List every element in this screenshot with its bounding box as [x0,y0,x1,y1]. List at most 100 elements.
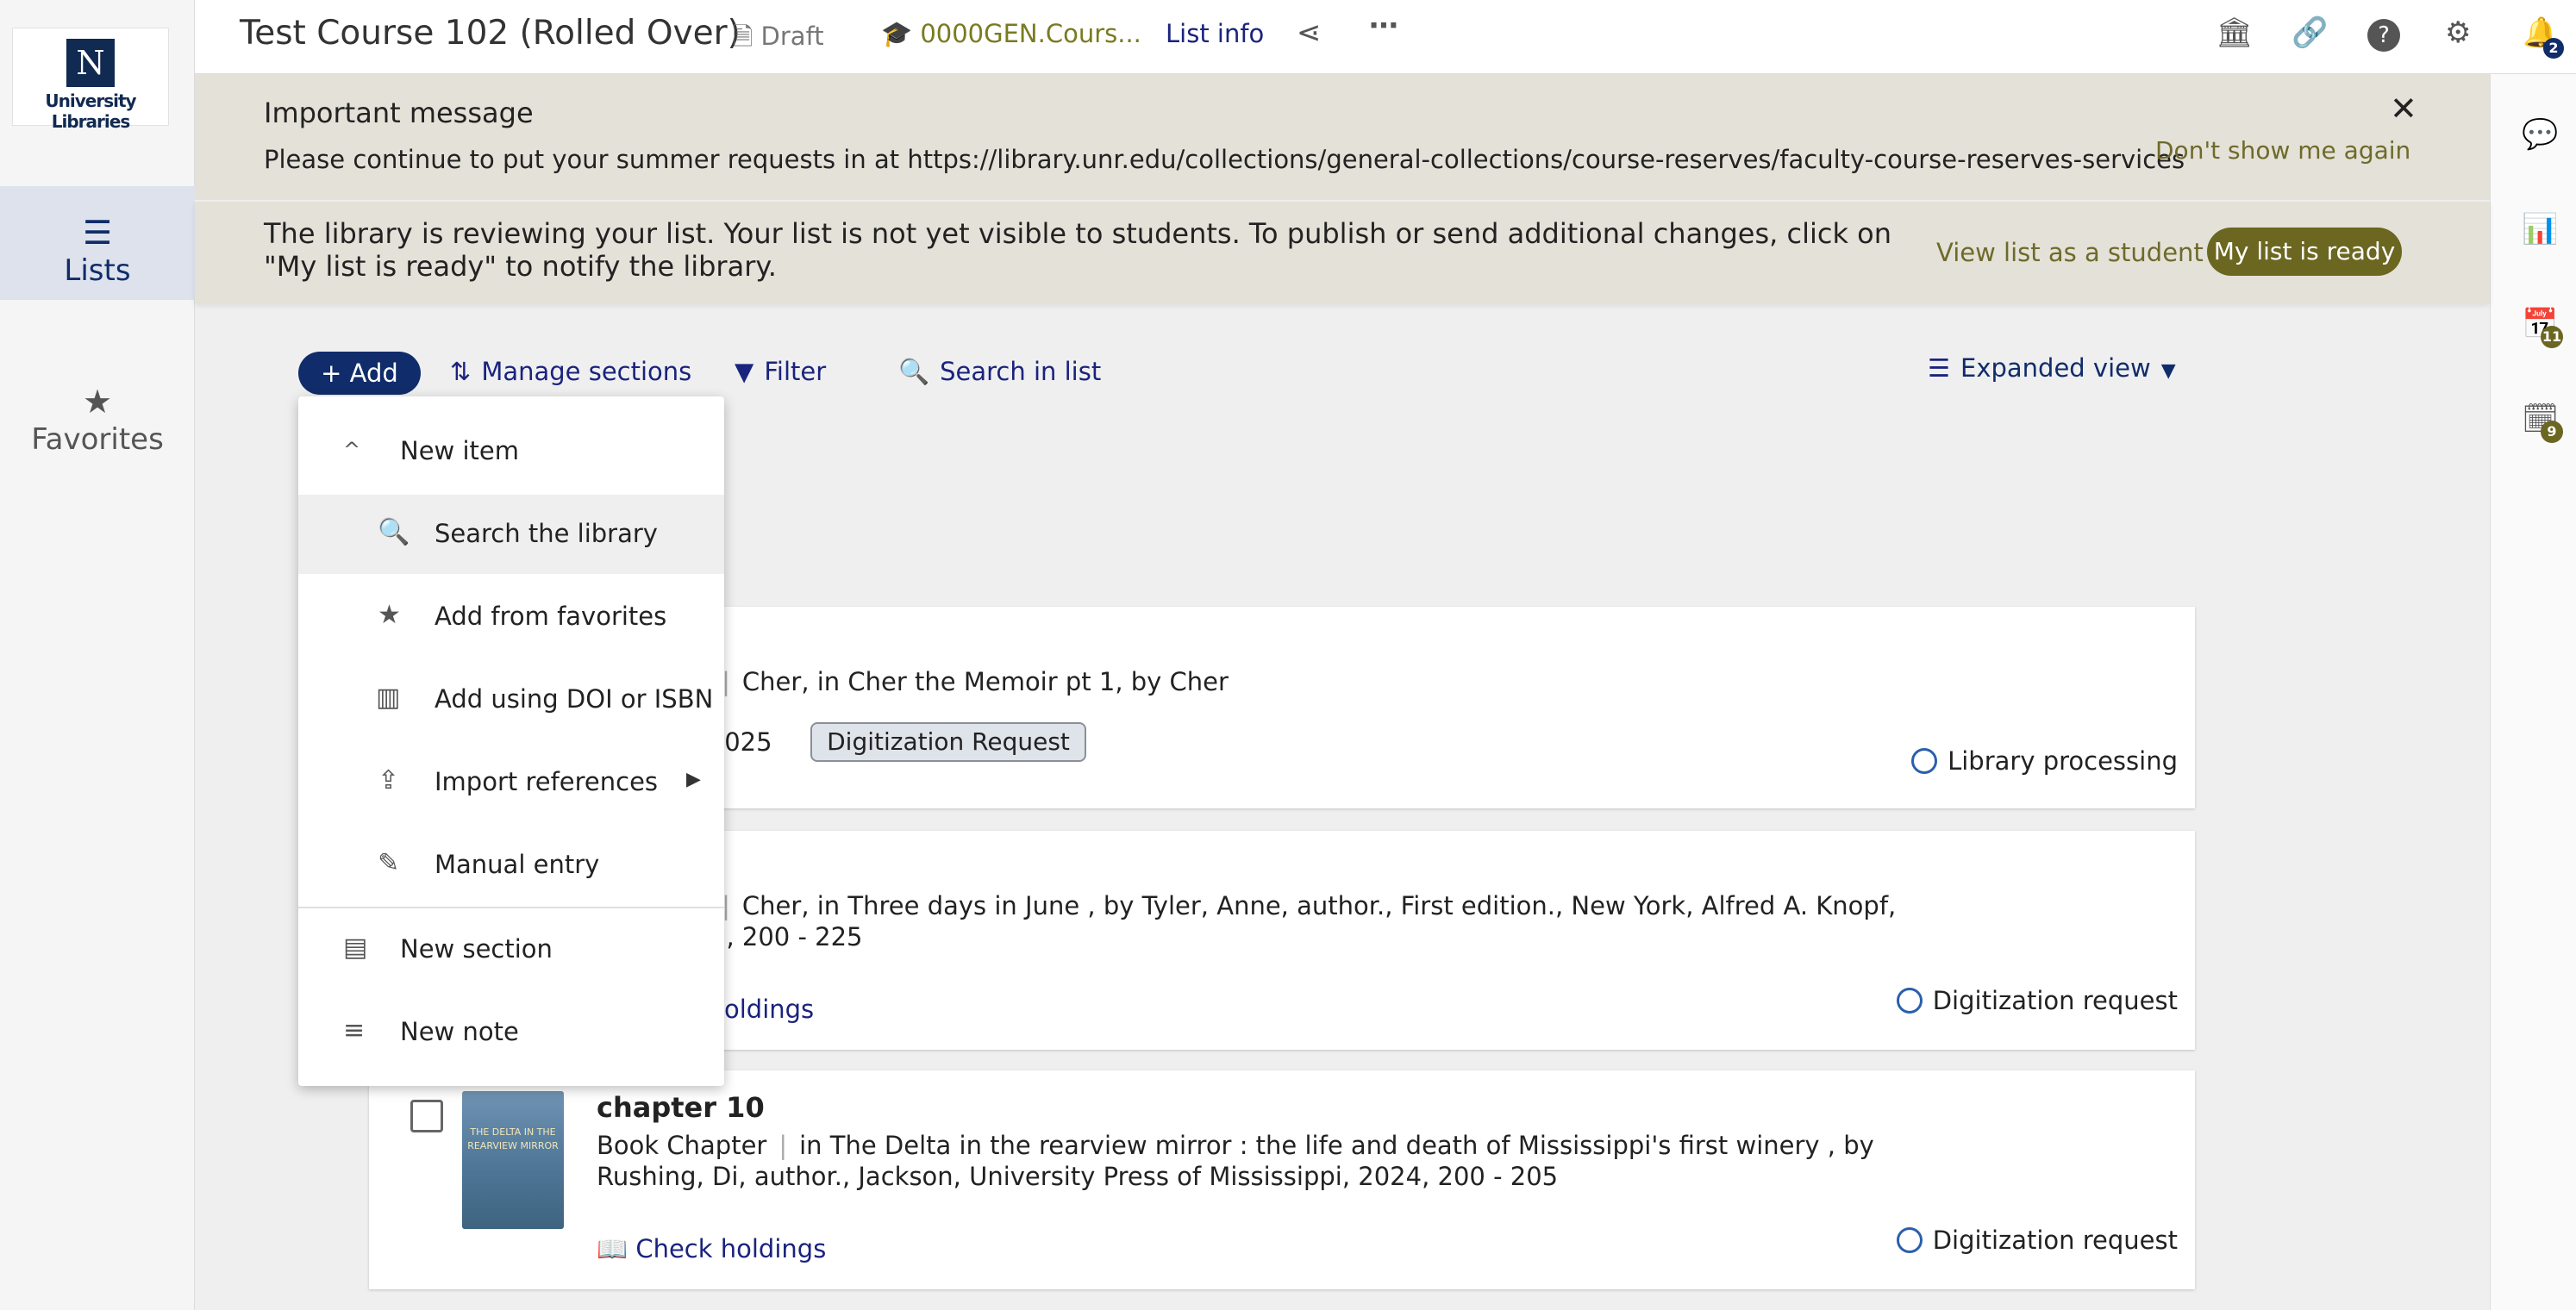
item-citation: in The Delta in the rearview mirror : th… [799,1131,1874,1160]
check-holdings-link[interactable]: 📖 Check holdings [597,1234,826,1264]
add-section-icon: ▤ [343,933,368,963]
graduation-cap-icon: 🎓 [881,19,913,48]
menu-item-label: New item [400,436,519,465]
menu-item-label: New note [400,1017,519,1046]
filter-label: Filter [764,357,827,386]
item-checkbox[interactable] [410,1100,443,1132]
caret-right-icon: ▶ [686,769,701,790]
notification-badge: 2 [2543,38,2564,59]
status-label: Digitization request [1932,1226,2178,1255]
add-button[interactable]: + Add [298,352,421,395]
item-citation: Cher, in Three days in June , by Tyler, … [741,891,1897,920]
item-status: Library processing [1911,746,2178,776]
check-holdings-link[interactable]: oldings [724,995,814,1024]
menu-item-label: New section [400,934,553,964]
star-icon: ★ [378,600,401,630]
barcode-icon: ▥ [376,683,401,713]
list-item-card[interactable]: THE DELTA IN THE REARVIEW MIRROR chapter… [369,1070,2195,1289]
university-libraries-logo[interactable]: N University Libraries [12,28,169,132]
nav-item-favorites[interactable]: ★ Favorites [0,355,195,469]
menu-item-add-doi[interactable]: ▥ Add using DOI or ISBN [298,660,724,739]
logo-text: University Libraries [45,90,136,132]
draft-status: 🗎 Draft [733,19,824,61]
book-cover-image: THE DELTA IN THE REARVIEW MIRROR [462,1091,564,1229]
manage-sections-label: Manage sections [481,357,692,386]
my-list-ready-button[interactable]: My list is ready [2207,228,2402,276]
menu-item-new-note[interactable]: ≡ New note [298,993,724,1072]
menu-item-label: Add using DOI or ISBN [435,684,714,714]
caret-down-icon: ▼ [2160,360,2176,382]
item-type: Book Chapter [597,1131,767,1160]
review-text: The library is reviewing your list. Your… [264,217,1892,283]
status-label: Digitization request [1932,986,2178,1015]
banner-title: Important message [264,97,534,129]
search-in-list-button[interactable]: 🔍 Search in list [898,357,1101,387]
clock-icon [1896,988,1923,1014]
share-icon[interactable]: ⋖ [1297,16,1322,50]
view-as-student-button[interactable]: View list as a student [1936,238,2204,267]
nav-item-label: Favorites [31,422,164,457]
item-citation: Cher, in Cher the Memoir pt 1, by Cher [741,667,1229,696]
item-citation-continued: 5, 200 - 225 [710,922,863,951]
dont-show-again-button[interactable]: Don't show me again [2155,136,2410,165]
list-icon: ☰ [82,214,113,252]
add-dropdown-menu: ^ New item 🔍 Search the library ★ Add fr… [298,396,724,1086]
list-info-button[interactable]: List info [1166,19,1264,48]
menu-item-label: Search the library [435,519,658,548]
course-link[interactable]: 🎓 0000GEN.Cours... [881,19,1141,49]
search-in-list-label: Search in list [940,357,1102,386]
item-meta: ter|Cher, in Cher the Memoir pt 1, by Ch… [674,667,1229,696]
search-icon: 🔍 [378,517,410,547]
check-holdings-label: Check holdings [635,1234,827,1263]
important-message-banner: Important message Please continue to put… [195,74,2490,200]
library-icon[interactable]: 🏛 [2216,16,2253,50]
left-navigation: N University Libraries ☰ Lists ★ Favorit… [0,0,195,1310]
document-icon: 🗎 [733,22,753,51]
nav-item-lists[interactable]: ☰ Lists [0,186,195,300]
menu-item-new-item[interactable]: ^ New item [298,412,724,491]
chat-icon[interactable]: 💬 [2522,117,2558,152]
item-title[interactable]: chapter 10 [597,1091,765,1124]
filter-icon: ▼ [735,357,754,386]
manage-sections-button[interactable]: ⇅ Manage sections [450,357,691,386]
star-icon: ★ [82,383,113,421]
note-icon: ≡ [343,1015,366,1045]
filter-button[interactable]: ▼ Filter [735,357,826,386]
item-status: Digitization request [1896,1226,2178,1255]
clock-icon [1911,748,1938,774]
menu-item-add-favorites[interactable]: ★ Add from favorites [298,577,724,657]
menu-item-search-library[interactable]: 🔍 Search the library [298,495,724,574]
help-icon[interactable]: ? [2367,19,2400,52]
status-label: Library processing [1948,746,2178,776]
close-icon[interactable]: ✕ [2390,90,2417,128]
banner-text: Please continue to put your summer reque… [264,145,2185,174]
calendar-badge: 11 [2541,326,2563,348]
analytics-icon[interactable]: 📊 [2522,212,2558,246]
draft-label: Draft [760,22,824,51]
menu-item-import-references[interactable]: ⇪ Import references ▶ [298,743,724,822]
item-status: Digitization request [1896,986,2178,1015]
tasks-badge: 9 [2541,421,2563,443]
menu-item-new-section[interactable]: ▤ New section [298,910,724,989]
link-icon[interactable]: 🔗 [2292,16,2328,50]
gear-icon[interactable]: ⚙ [2445,16,2471,50]
menu-item-label: Add from favorites [435,602,667,631]
menu-item-label: Manual entry [435,850,600,879]
clock-icon [1896,1227,1923,1253]
right-rail: 💬 📊 📅 11 🗓 9 [2490,74,2576,1310]
menu-item-manual-entry[interactable]: ✎ Manual entry [298,826,724,905]
sort-icon: ⇅ [450,357,472,386]
item-meta: Book Chapter | in The Delta in the rearvie… [597,1131,1874,1160]
book-icon: 📖 [597,1234,628,1263]
item-meta: ter|Cher, in Three days in June , by Tyl… [674,891,1896,920]
menu-item-label: Import references [435,767,659,796]
upload-icon: ⇪ [378,765,400,795]
digitization-request-chip: Digitization Request [810,722,1086,762]
view-mode-dropdown[interactable]: ☰ Expanded view ▼ [1928,353,2176,383]
more-options-icon[interactable]: ⋯ [1369,9,1398,43]
top-header: Test Course 102 (Rolled Over) 🗎 Draft 🎓 … [195,0,2576,74]
view-list-icon: ☰ [1928,353,1950,383]
course-code: 0000GEN.Cours... [920,19,1141,48]
logo-mark: N [66,39,115,87]
nav-item-label: Lists [64,253,131,288]
